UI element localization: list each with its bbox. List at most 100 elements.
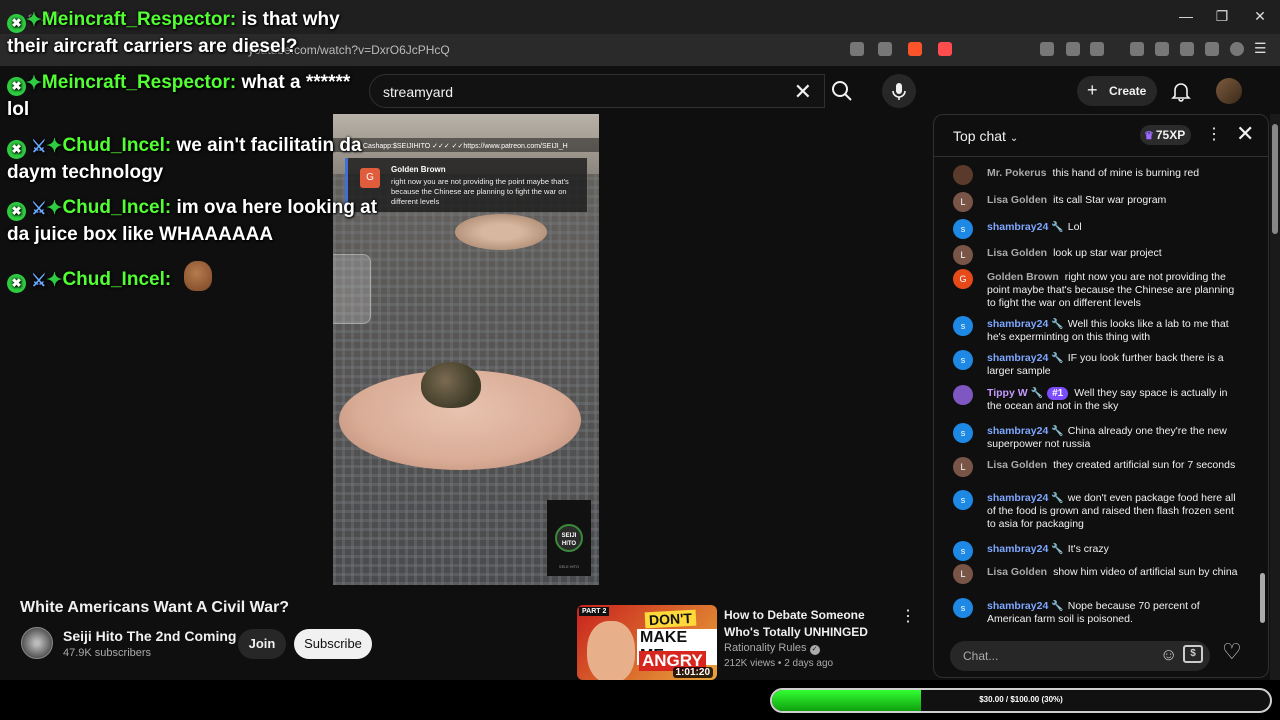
- super-chat-icon[interactable]: $: [1183, 645, 1203, 663]
- notifications-button[interactable]: [1170, 80, 1192, 102]
- channel-avatar[interactable]: [21, 627, 53, 659]
- chat-text: this hand of mine is burning red: [1052, 167, 1200, 179]
- chat-avatar[interactable]: L: [953, 457, 973, 477]
- sword-badge-icon: ⚔: [31, 271, 47, 290]
- account-avatar[interactable]: [1216, 78, 1242, 104]
- overlay-text: da juice box like WHAAAAAA: [7, 224, 274, 245]
- video-bowl: [455, 214, 547, 250]
- chat-scrollbar[interactable]: [1260, 165, 1265, 625]
- chat-avatar[interactable]: [953, 165, 973, 185]
- leo-icon[interactable]: [1205, 42, 1219, 56]
- heart-icon[interactable]: ♡: [1222, 639, 1242, 665]
- chat-avatar[interactable]: L: [953, 245, 973, 265]
- brave-rewards-icon[interactable]: [938, 42, 952, 56]
- chat-author[interactable]: shambray24: [987, 352, 1048, 364]
- chat-author[interactable]: Lisa Golden: [987, 247, 1047, 259]
- sword-badge-icon: ⚔: [31, 199, 47, 218]
- page-scrollbar[interactable]: [1270, 114, 1280, 680]
- cast-icon[interactable]: [850, 42, 864, 56]
- chat-message-body: Golden Brown right now you are not provid…: [987, 271, 1243, 310]
- create-button[interactable]: + Create: [1077, 76, 1157, 106]
- recommended-channel[interactable]: Rationality Rules ✓: [724, 642, 820, 655]
- thumbnail-part-label: PART 2: [579, 607, 610, 616]
- chat-avatar[interactable]: G: [953, 269, 973, 289]
- close-window-icon[interactable]: ✕: [1252, 8, 1268, 25]
- recommended-title[interactable]: How to Debate Someone Who's Totally UNHI…: [724, 607, 894, 641]
- music-icon[interactable]: [1130, 42, 1144, 56]
- chat-scroll-thumb[interactable]: [1260, 573, 1265, 623]
- search-input[interactable]: streamyard ✕: [369, 74, 825, 108]
- search-button[interactable]: [825, 74, 859, 108]
- page-scroll-thumb[interactable]: [1272, 124, 1278, 234]
- chat-author[interactable]: Tippy W: [987, 387, 1028, 399]
- live-chat-panel: Top chat ⌄ ♛ 75XP ⋮ ✕ Mr. Pokerus this han…: [933, 114, 1269, 678]
- voice-search-button[interactable]: [882, 74, 916, 108]
- recommended-thumbnail[interactable]: PART 2 DON'T MAKE ME ANGRY 1:01:20: [577, 605, 717, 680]
- chat-author[interactable]: shambray24: [987, 425, 1048, 437]
- chat-message-body: Mr. Pokerus this hand of mine is burning …: [987, 167, 1243, 180]
- menu-icon[interactable]: ☰: [1254, 40, 1268, 56]
- chat-avatar[interactable]: s: [953, 490, 973, 510]
- chat-input[interactable]: Chat... ☺: [950, 641, 1210, 671]
- chat-author[interactable]: Lisa Golden: [987, 566, 1047, 578]
- emoji-icon[interactable]: ☺: [1160, 645, 1177, 665]
- screenshot-icon[interactable]: [1090, 42, 1104, 56]
- chat-author[interactable]: Golden Brown: [987, 271, 1059, 283]
- chat-message-body: shambray24 🔧 Lol: [987, 221, 1243, 234]
- wallet-icon[interactable]: [1180, 42, 1194, 56]
- chat-text: Lol: [1067, 221, 1082, 233]
- chat-avatar[interactable]: s: [953, 350, 973, 370]
- overlay-text: what a ******: [241, 72, 351, 93]
- overlay-username: Chud_Incel:: [62, 269, 172, 290]
- chat-author[interactable]: Lisa Golden: [987, 459, 1047, 471]
- maximize-icon[interactable]: ❐: [1214, 8, 1230, 25]
- chat-author[interactable]: shambray24: [987, 221, 1048, 233]
- minimize-icon[interactable]: —: [1178, 8, 1194, 24]
- channel-name[interactable]: Seiji Hito The 2nd Coming: [63, 628, 236, 644]
- chat-avatar[interactable]: s: [953, 598, 973, 618]
- chat-avatar[interactable]: s: [953, 316, 973, 336]
- chat-author[interactable]: shambray24: [987, 543, 1048, 555]
- overlay-username: Meincraft_Respector:: [41, 72, 237, 93]
- chat-mode-selector[interactable]: Top chat ⌄: [953, 128, 1018, 144]
- chat-more-icon[interactable]: ⋮: [1206, 124, 1222, 144]
- chat-avatar[interactable]: [953, 385, 973, 405]
- chat-author[interactable]: Lisa Golden: [987, 194, 1047, 206]
- overlay-text: lol: [7, 99, 30, 120]
- moderator-badge-icon: ✖: [7, 140, 26, 159]
- search-text: streamyard: [383, 84, 454, 100]
- chat-avatar[interactable]: L: [953, 192, 973, 212]
- puzzle-icon[interactable]: [1066, 42, 1080, 56]
- wrench-icon: 🔧: [1051, 493, 1064, 504]
- moderator-badge-icon: ✖: [7, 202, 26, 221]
- video-duration: 1:01:20: [672, 667, 713, 678]
- chat-message-body: shambray24 🔧 Well this looks like a lab to…: [987, 318, 1243, 344]
- chat-message-body: shambray24 🔧 IF you look further back ther…: [987, 352, 1243, 378]
- brave-shield-icon[interactable]: [908, 42, 922, 56]
- chat-text: its call Star war program: [1053, 194, 1167, 206]
- chat-author[interactable]: shambray24: [987, 600, 1048, 612]
- subscribe-button[interactable]: Subscribe: [294, 629, 372, 659]
- join-button[interactable]: Join: [238, 629, 286, 659]
- chat-author[interactable]: shambray24: [987, 318, 1048, 330]
- xp-badge[interactable]: ♛ 75XP: [1140, 125, 1192, 145]
- video-player[interactable]: Cashapp:$SEIJIHITO ✓✓✓ ✓✓https://www.pat…: [333, 114, 599, 585]
- clear-search-icon[interactable]: ✕: [794, 79, 812, 105]
- chat-avatar[interactable]: s: [953, 423, 973, 443]
- more-options-icon[interactable]: ⋮: [900, 606, 916, 626]
- share-icon[interactable]: [878, 42, 892, 56]
- vpn-icon[interactable]: [1230, 42, 1244, 56]
- extension-icon[interactable]: [1040, 42, 1054, 56]
- video-glass: [333, 254, 371, 324]
- chat-author[interactable]: Mr. Pokerus: [987, 167, 1047, 179]
- wrench-icon: 🔧: [1051, 353, 1064, 364]
- chat-avatar[interactable]: L: [953, 564, 973, 584]
- chat-avatar[interactable]: s: [953, 219, 973, 239]
- diamond-badge-icon: ✦: [26, 73, 42, 94]
- chat-message-body: shambray24 🔧 China already one they're the…: [987, 425, 1243, 451]
- bell-icon: [1171, 83, 1191, 102]
- sidebar-icon[interactable]: [1155, 42, 1169, 56]
- close-chat-icon[interactable]: ✕: [1236, 121, 1254, 147]
- chat-avatar[interactable]: s: [953, 541, 973, 561]
- chat-author[interactable]: shambray24: [987, 492, 1048, 504]
